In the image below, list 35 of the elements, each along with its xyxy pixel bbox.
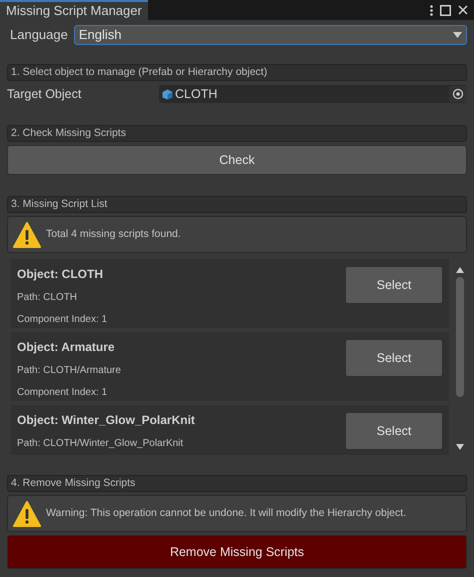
warning-text: Warning: This operation cannot be undone. It will modify the Hierarchy object. xyxy=(46,506,406,521)
select-button[interactable]: Select xyxy=(345,339,443,377)
message-text: Total 4 missing scripts found. xyxy=(46,226,181,242)
scrollbar-thumb[interactable] xyxy=(456,277,464,397)
path-text: Path: CLOTH xyxy=(17,291,78,305)
remove-button[interactable]: Remove Missing Scripts xyxy=(7,535,467,569)
section-header: 2. Check Missing Scripts xyxy=(7,125,467,142)
component-index-text: Component Index: 1 xyxy=(17,313,108,327)
window-title[interactable]: Missing Script Manager xyxy=(0,0,148,20)
path-text: Path: CLOTH/Winter_Glow_PolarKnit xyxy=(17,437,184,451)
warning-icon xyxy=(13,222,41,248)
section-header: 1. Select object to manage (Prefab or Hierarchy object) xyxy=(7,64,467,81)
object-picker-icon[interactable] xyxy=(449,86,467,102)
target-object-label: Target Object xyxy=(7,86,82,103)
scroll-down-icon[interactable] xyxy=(456,444,464,450)
close-icon[interactable] xyxy=(458,5,468,15)
object-field[interactable]: CLOTH xyxy=(159,85,467,103)
select-button[interactable]: Select xyxy=(345,412,443,450)
more-icon[interactable] xyxy=(430,4,433,16)
object-name: Object: CLOTH xyxy=(17,266,104,283)
cube-icon xyxy=(162,88,173,100)
caret-icon xyxy=(453,32,462,38)
section-header: 4. Remove Missing Scripts xyxy=(7,475,467,492)
component-index-text: Component Index: 1 xyxy=(17,386,108,400)
path-text: Path: CLOTH/Armature xyxy=(17,364,122,378)
section-header: 3. Missing Script List xyxy=(7,196,467,213)
warning-icon xyxy=(13,500,41,526)
object-name: Object: Winter_Glow_PolarKnit xyxy=(17,412,196,429)
language-dropdown[interactable]: English xyxy=(74,25,467,45)
scroll-up-icon[interactable] xyxy=(456,267,464,273)
language-label: Language xyxy=(10,26,68,44)
maximize-icon[interactable] xyxy=(440,4,451,16)
check-button[interactable]: Check xyxy=(7,145,467,175)
object-name: Object: Armature xyxy=(17,339,116,356)
select-button[interactable]: Select xyxy=(345,266,443,304)
